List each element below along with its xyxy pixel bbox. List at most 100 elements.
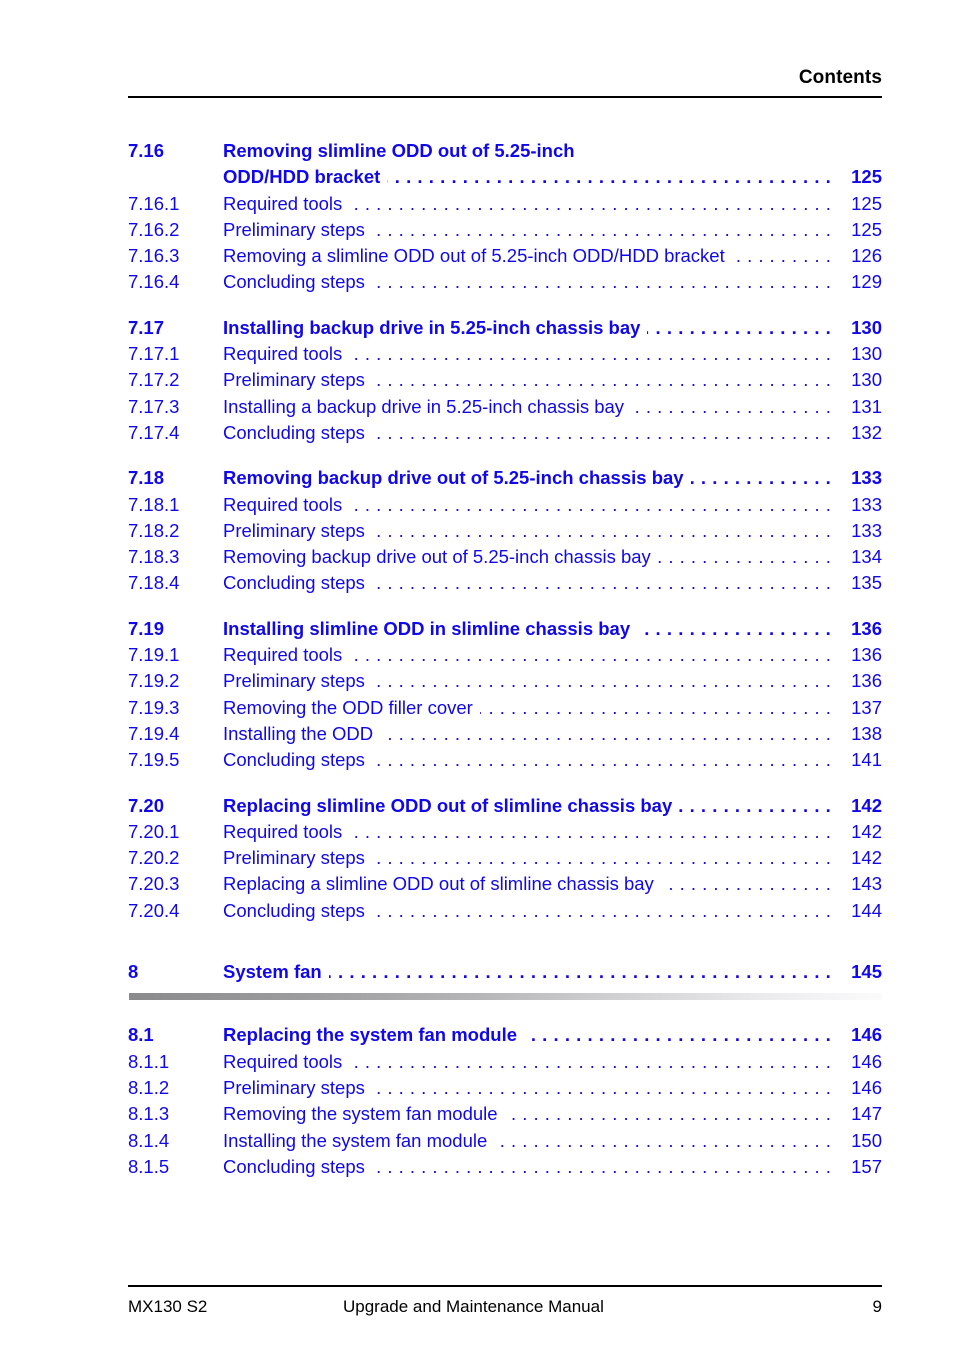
- toc-entry[interactable]: ODD/HDD bracket.........................…: [128, 164, 882, 190]
- toc-entry-title: ODD/HDD bracket: [223, 166, 381, 188]
- toc-leader-dots: ........................................…: [371, 572, 837, 594]
- toc-entry-number: 7.18.3: [128, 546, 180, 568]
- toc-leader-dots: ........................................…: [371, 218, 837, 240]
- toc-entry-number: 8.1.4: [128, 1129, 170, 1151]
- toc-entry-title: Preliminary steps: [223, 670, 365, 692]
- toc-entry[interactable]: 7.19.3 Removing the ODD filler cover.....…: [128, 695, 882, 721]
- toc-entry-title: Replacing the system fan module: [223, 1024, 518, 1046]
- toc-entry[interactable]: 7.16.2 Preliminary steps.................…: [128, 217, 882, 243]
- toc-entry[interactable]: 8.1.5 Concluding steps...................…: [128, 1154, 882, 1180]
- toc-group: 7.20 Replacing slimline ODD out of slimli…: [128, 793, 882, 924]
- toc-entry-page-number: 136: [851, 644, 882, 666]
- toc-leader-dots: ........................................…: [637, 617, 837, 639]
- toc-entry[interactable]: 8.1.4 Installing the system fan module...…: [128, 1128, 882, 1154]
- toc-entry-number: 8.1: [128, 1024, 154, 1046]
- toc-group: 8.1 Replacing the system fan module......…: [128, 1022, 882, 1180]
- toc-entry[interactable]: 8.1.2 Preliminary steps..................…: [128, 1075, 882, 1101]
- toc-entry-title: Required tools: [223, 1050, 343, 1072]
- toc-entry[interactable]: 7.17.2 Preliminary steps.................…: [128, 367, 882, 393]
- header-title: Contents: [798, 67, 882, 88]
- toc-entry[interactable]: 7.16.3 Removing a slimline ODD out of 5.2…: [128, 243, 882, 269]
- toc-chapter-block: 8 System fan.............................…: [128, 959, 882, 1001]
- toc-entry-title-wrap: Removing slimline ODD out of 5.25-inch: [223, 138, 839, 164]
- toc-leader-dots: ........................................…: [349, 1050, 837, 1072]
- toc-entry[interactable]: 7.17.4 Concluding steps..................…: [128, 420, 882, 446]
- toc-entry-number: 8: [128, 961, 139, 983]
- toc-entry[interactable]: 7.20.2 Preliminary steps.................…: [128, 845, 882, 871]
- toc-entry-title: Concluding steps: [223, 271, 365, 293]
- toc-entry-page-number: 134: [851, 546, 882, 568]
- toc-entry-title: Required tools: [223, 644, 343, 666]
- toc-entry-number: 7.20: [128, 794, 165, 816]
- toc-entry[interactable]: 7.19.1 Required tools....................…: [128, 642, 882, 668]
- toc-entry-page-number: 143: [851, 873, 882, 895]
- toc-entry-page-number: 146: [851, 1076, 882, 1098]
- toc-entry-title: Preliminary steps: [223, 369, 365, 391]
- toc-entry-title-wrap: Required tools..........................…: [223, 341, 839, 367]
- toc-entry-title: Replacing a slimline ODD out of slimline…: [223, 873, 654, 895]
- toc-entry[interactable]: 7.20 Replacing slimline ODD out of slimli…: [128, 793, 882, 819]
- toc-entry-title-wrap: Required tools..........................…: [223, 191, 839, 217]
- toc-entry[interactable]: 8.1 Replacing the system fan module......…: [128, 1022, 882, 1048]
- toc-leader-dots: ........................................…: [328, 961, 837, 983]
- toc-entry[interactable]: 7.19 Installing slimline ODD in slimline …: [128, 616, 882, 642]
- toc-leader-dots: ........................................…: [660, 873, 837, 895]
- toc-entry[interactable]: 7.20.4 Concluding steps..................…: [128, 898, 882, 924]
- toc-entry-title-wrap: Installing backup drive in 5.25-inch cha…: [223, 315, 839, 341]
- toc-entry[interactable]: 7.17.1 Required tools....................…: [128, 341, 882, 367]
- toc-entry-title-wrap: Removing the system fan module..........…: [223, 1101, 839, 1127]
- toc-entry[interactable]: 8 System fan.............................…: [128, 959, 882, 985]
- toc-entry[interactable]: 7.18 Removing backup drive out of 5.25-in…: [128, 465, 882, 491]
- toc-entry-number: 7.16.1: [128, 192, 180, 214]
- toc-entry[interactable]: 7.18.3 Removing backup drive out of 5.25-…: [128, 544, 882, 570]
- toc-leader-dots: ........................................…: [349, 820, 837, 842]
- toc-entry-page-number: 135: [851, 572, 882, 594]
- toc-entry[interactable]: 7.19.4 Installing the ODD................…: [128, 721, 882, 747]
- toc-entry-page-number: 131: [851, 395, 882, 417]
- toc-entry-title: Removing a slimline ODD out of 5.25-inch…: [223, 245, 725, 267]
- toc-entry-title: Concluding steps: [223, 749, 365, 771]
- toc-entry-page-number: 136: [851, 670, 882, 692]
- toc-entry-title-wrap: Replacing a slimline ODD out of slimline…: [223, 871, 839, 897]
- toc-entry-number: 7.18.1: [128, 493, 180, 515]
- toc-leader-dots: ........................................…: [679, 794, 837, 816]
- toc-entry[interactable]: 8.1.3 Removing the system fan module.....…: [128, 1101, 882, 1127]
- toc-entry[interactable]: 7.17 Installing backup drive in 5.25-inch…: [128, 315, 882, 341]
- toc-leader-dots: ........................................…: [371, 271, 837, 293]
- toc-entry[interactable]: 7.16 Removing slimline ODD out of 5.25-in…: [128, 138, 882, 164]
- toc-entry[interactable]: 7.16.4 Concluding steps..................…: [128, 269, 882, 295]
- toc-entry[interactable]: 7.17.3 Installing a backup drive in 5.25-…: [128, 394, 882, 420]
- toc-leader-dots: ........................................…: [631, 395, 837, 417]
- toc-entry[interactable]: 7.19.2 Preliminary steps.................…: [128, 668, 882, 694]
- toc-entry[interactable]: 7.19.5 Concluding steps..................…: [128, 747, 882, 773]
- toc-entry-title: Concluding steps: [223, 572, 365, 594]
- toc-entry-page-number: 142: [851, 794, 882, 816]
- toc-leader-dots: ........................................…: [349, 493, 837, 515]
- toc-entry[interactable]: 7.18.2 Preliminary steps.................…: [128, 518, 882, 544]
- toc-group: 7.18 Removing backup drive out of 5.25-in…: [128, 465, 882, 596]
- toc-entry-title-wrap: Required tools..........................…: [223, 492, 839, 518]
- toc-entry-page-number: 141: [851, 749, 882, 771]
- toc-leader-dots: ........................................…: [380, 722, 837, 744]
- toc-entry[interactable]: 7.18.1 Required tools....................…: [128, 492, 882, 518]
- toc-entry-title: Required tools: [223, 192, 343, 214]
- toc-entry-title-wrap: Concluding steps........................…: [223, 269, 839, 295]
- toc-chapter-subsections: 8.1 Replacing the system fan module......…: [128, 1022, 882, 1180]
- toc-entry[interactable]: 7.16.1 Required tools....................…: [128, 191, 882, 217]
- chapter-gradient-divider: [129, 993, 882, 1001]
- page-header: Contents: [128, 66, 882, 98]
- toc-page: Contents 7.16 Removing slimline ODD out o…: [0, 0, 954, 1349]
- toc-leader-dots: ........................................…: [371, 847, 837, 869]
- toc-leader-dots: ........................................…: [480, 696, 837, 718]
- toc-entry-title-wrap: ODD/HDD bracket.........................…: [223, 164, 839, 190]
- toc-entry[interactable]: 7.20.3 Replacing a slimline ODD out of sl…: [128, 871, 882, 897]
- toc-entry-number: 7.20.3: [128, 873, 180, 895]
- toc-entry-title: System fan: [223, 961, 322, 983]
- toc-entry-title-wrap: Required tools..........................…: [223, 819, 839, 845]
- toc-entry-number: 7.18.2: [128, 519, 180, 541]
- toc-entry-title: Concluding steps: [223, 421, 365, 443]
- toc-entry[interactable]: 8.1.1 Required tools.....................…: [128, 1049, 882, 1075]
- toc-group: 7.19 Installing slimline ODD in slimline …: [128, 616, 882, 774]
- toc-entry[interactable]: 7.20.1 Required tools....................…: [128, 819, 882, 845]
- toc-entry[interactable]: 7.18.4 Concluding steps..................…: [128, 570, 882, 596]
